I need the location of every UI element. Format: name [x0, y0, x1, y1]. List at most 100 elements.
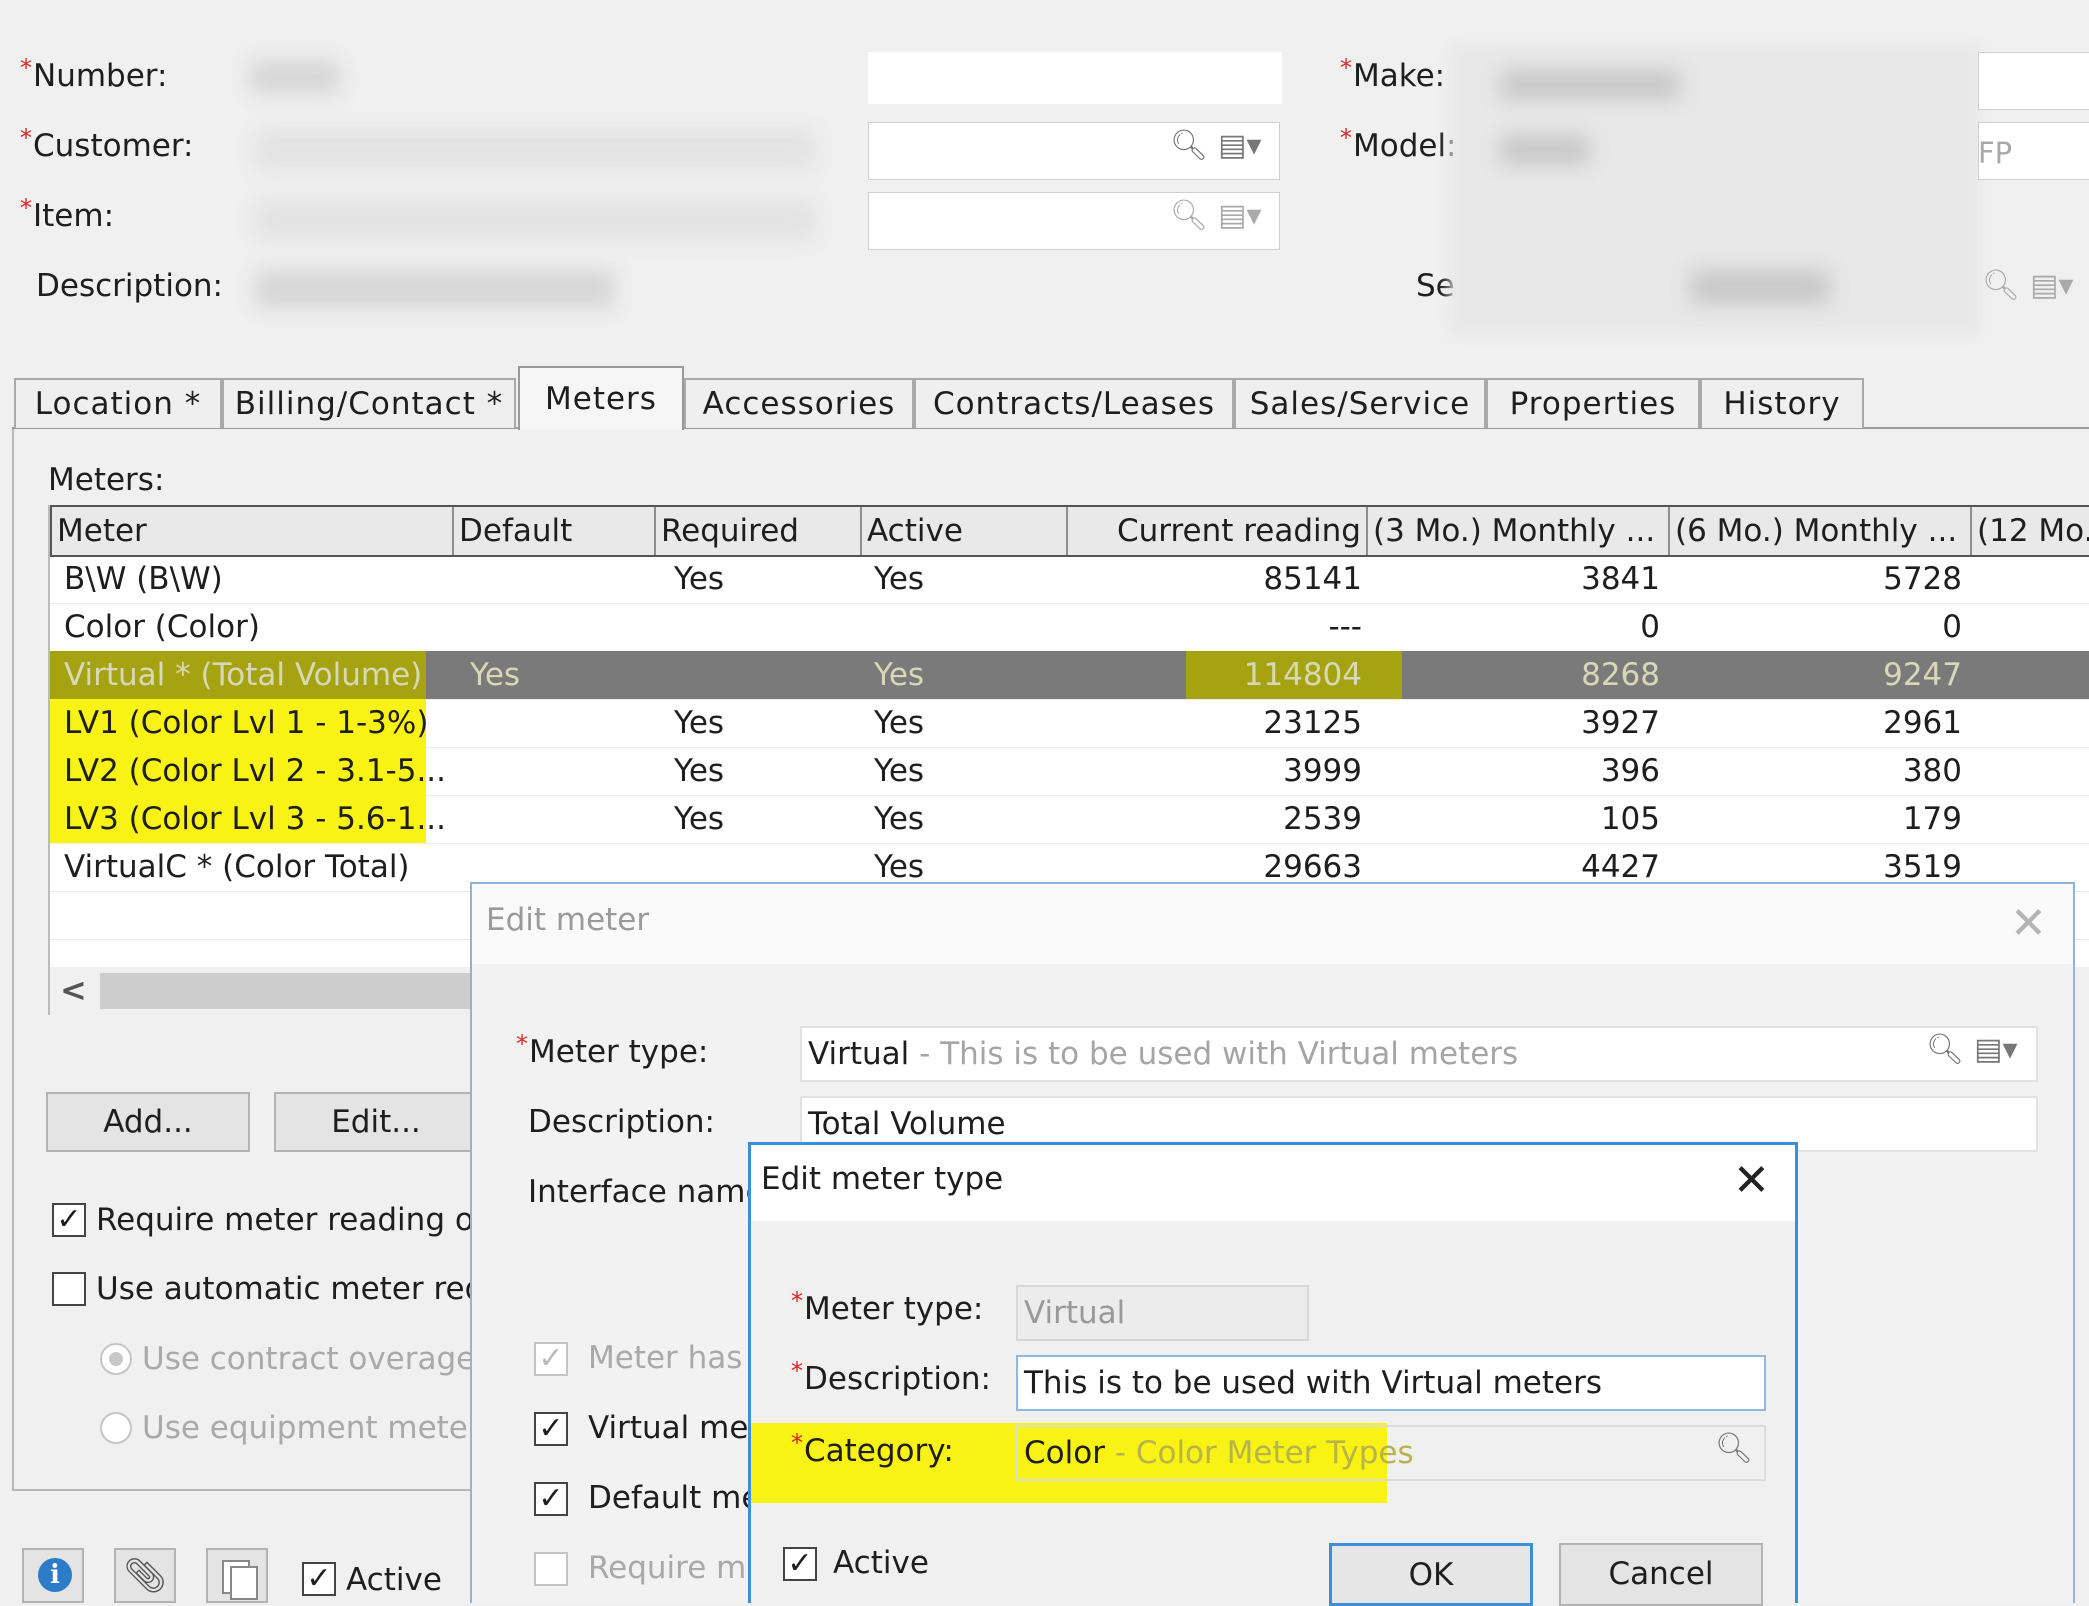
tab-contracts-leases[interactable]: Contracts/Leases [914, 378, 1234, 428]
table-row[interactable]: B\W (B\W) Yes Yes 85141 3841 5728 [50, 555, 2089, 604]
cell-current: --- [1328, 609, 1362, 645]
interface-name-label: Interface name [528, 1174, 765, 1210]
cell-current: 85141 [1263, 561, 1362, 597]
active-checkbox[interactable]: ✓ [302, 1562, 336, 1596]
type-description-field[interactable]: This is to be used with Virtual meters [1016, 1355, 1766, 1411]
type-meter-type-label: *Meter type: [791, 1287, 984, 1327]
use-automatic-checkbox[interactable] [52, 1272, 86, 1306]
customer-icons: 🔍︎ ▤▾ [1170, 128, 1262, 163]
cell-required: Yes [674, 801, 725, 837]
cell-3mo: 105 [1600, 801, 1660, 837]
type-active-checkbox[interactable]: ✓ [783, 1547, 817, 1581]
search-icon[interactable]: 🔍︎ [1715, 1431, 1753, 1466]
col-required[interactable]: Required [656, 507, 862, 555]
make-field[interactable] [1978, 52, 2089, 110]
edit-meter-title: Edit meter [486, 902, 650, 938]
serial-icons: 🔍︎ ▤▾ [1982, 268, 2074, 303]
number-field[interactable] [868, 52, 1282, 104]
cell-required: Yes [674, 753, 725, 789]
cell-6mo: 380 [1902, 753, 1962, 789]
cell-meter: LV2 (Color Lvl 2 - 3.1-5... [50, 747, 446, 795]
cell-current: 2539 [1283, 801, 1362, 837]
tab-sales-service[interactable]: Sales/Service [1234, 378, 1486, 428]
info-icon[interactable]: i [22, 1548, 84, 1603]
cell-meter: Color (Color) [64, 609, 260, 645]
use-automatic-label: Use automatic meter requ [96, 1271, 504, 1307]
cell-meter: Virtual * (Total Volume) [50, 651, 426, 699]
active-label: Active [346, 1562, 442, 1598]
description-label: Description: [528, 1104, 715, 1140]
col-6mo-monthly[interactable]: (6 Mo.) Monthly ... [1670, 507, 1972, 555]
meters-section-label: Meters: [48, 462, 165, 498]
cell-3mo: 8268 [1581, 657, 1660, 693]
ok-button[interactable]: OK [1329, 1543, 1533, 1606]
col-current-reading[interactable]: Current reading [1068, 507, 1368, 555]
use-contract-radio[interactable] [100, 1343, 132, 1375]
search-icon[interactable]: 🔍︎ [1926, 1032, 1964, 1067]
meter-has-checkbox[interactable]: ✓ [534, 1342, 568, 1376]
customer-redacted [255, 130, 815, 170]
use-equipment-radio[interactable] [100, 1412, 132, 1444]
cell-default: Yes [470, 657, 521, 693]
col-active[interactable]: Active [862, 507, 1068, 555]
search-icon[interactable]: 🔍︎ [1982, 268, 2020, 303]
dropdown-menu-icon[interactable]: ▤▾ [1974, 1032, 2017, 1067]
cell-meter: LV1 (Color Lvl 1 - 1-3%) [50, 699, 428, 747]
make-redacted [1500, 70, 1680, 100]
panel-bottom-line [12, 1489, 472, 1491]
tab-location[interactable]: Location * [14, 378, 222, 428]
cell-meter: VirtualC * (Color Total) [64, 849, 410, 885]
tab-billing-contact[interactable]: Billing/Contact * [222, 378, 516, 428]
copy-icon[interactable] [206, 1548, 268, 1603]
virtual-meter-checkbox[interactable]: ✓ [534, 1412, 568, 1446]
meter-type-icons: 🔍︎ ▤▾ [1926, 1032, 2018, 1067]
cell-meter: B\W (B\W) [64, 561, 223, 597]
table-row[interactable]: Color (Color) --- 0 0 [50, 603, 2089, 652]
close-icon[interactable]: ✕ [2010, 902, 2047, 946]
cell-6mo: 0 [1942, 609, 1962, 645]
table-row[interactable]: LV2 (Color Lvl 2 - 3.1-5... Yes Yes 3999… [50, 747, 2089, 796]
cell-active: Yes [874, 801, 925, 837]
type-meter-type-field: Virtual [1016, 1285, 1309, 1341]
tab-meters[interactable]: Meters [518, 366, 684, 430]
col-default[interactable]: Default [454, 507, 656, 555]
table-row[interactable]: LV1 (Color Lvl 1 - 1-3%) Yes Yes 23125 3… [50, 699, 2089, 748]
default-meter-checkbox[interactable]: ✓ [534, 1482, 568, 1516]
col-3mo-monthly[interactable]: (3 Mo.) Monthly ... [1368, 507, 1670, 555]
require-reading-checkbox[interactable]: ✓ [52, 1203, 86, 1237]
tab-accessories[interactable]: Accessories [684, 378, 914, 428]
cell-3mo: 396 [1600, 753, 1660, 789]
cell-required: Yes [674, 705, 725, 741]
tab-properties[interactable]: Properties [1486, 378, 1700, 428]
cell-3mo: 3841 [1581, 561, 1660, 597]
edit-meter-button[interactable]: Edit... [274, 1092, 478, 1152]
cell-current: 23125 [1263, 705, 1362, 741]
attach-icon[interactable]: 📎︎ [114, 1548, 176, 1603]
require-meter-label: Require me [588, 1550, 766, 1586]
cancel-button[interactable]: Cancel [1559, 1543, 1763, 1606]
cell-active: Yes [874, 753, 925, 789]
number-label: *Number: [20, 54, 168, 94]
table-row-selected[interactable]: Virtual * (Total Volume) Yes Yes 114804 … [50, 651, 2089, 700]
dropdown-menu-icon[interactable]: ▤▾ [2030, 268, 2073, 303]
table-row[interactable]: LV3 (Color Lvl 3 - 5.6-1... Yes Yes 2539… [50, 795, 2089, 844]
meter-type-field[interactable]: Virtual - This is to be used with Virtua… [800, 1026, 2038, 1082]
item-icons: 🔍︎ ▤▾ [1170, 198, 1262, 233]
scroll-left-arrow[interactable]: < [60, 971, 87, 1009]
type-category-field[interactable]: Color - Color Meter Types [1016, 1425, 1766, 1481]
tab-history[interactable]: History [1700, 378, 1864, 428]
search-icon[interactable]: 🔍︎ [1170, 198, 1208, 233]
col-12mo-monthly[interactable]: (12 Mo. [1972, 507, 2089, 555]
cell-3mo: 0 [1640, 609, 1660, 645]
add-meter-button[interactable]: Add... [46, 1092, 250, 1152]
cell-6mo: 2961 [1883, 705, 1962, 741]
description-label: Description: [36, 268, 223, 304]
number-redacted [250, 60, 340, 94]
col-meter[interactable]: Meter [52, 507, 454, 555]
dropdown-menu-icon[interactable]: ▤▾ [1218, 128, 1261, 163]
search-icon[interactable]: 🔍︎ [1170, 128, 1208, 163]
dropdown-menu-icon[interactable]: ▤▾ [1218, 198, 1261, 233]
require-meter-checkbox[interactable] [534, 1552, 568, 1586]
edit-meter-titlebar [472, 884, 2073, 964]
close-icon[interactable]: ✕ [1733, 1159, 1770, 1203]
